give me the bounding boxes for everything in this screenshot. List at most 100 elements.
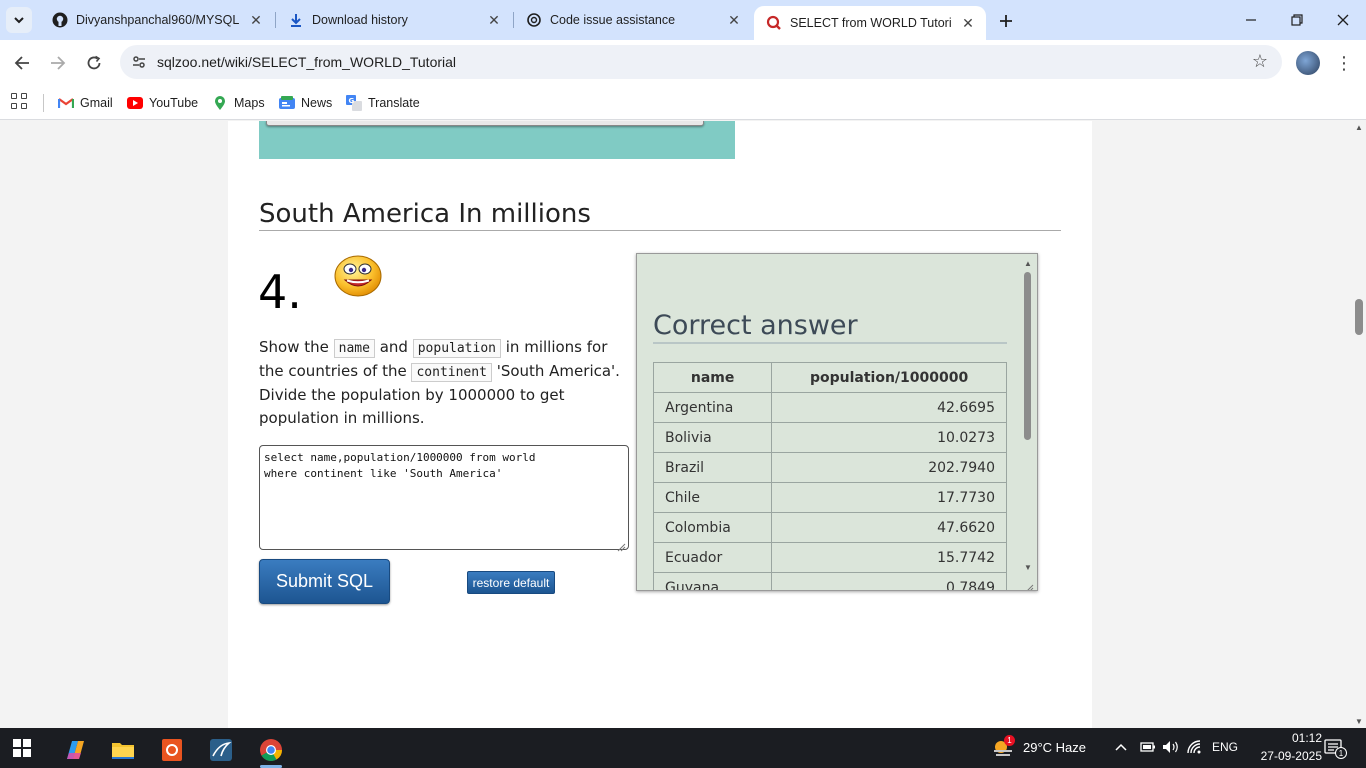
volume-icon[interactable] bbox=[1162, 740, 1180, 757]
tab-sqlzoo[interactable]: SELECT from WORLD Tutorial - ✕ bbox=[754, 6, 986, 40]
close-window-button[interactable] bbox=[1320, 0, 1366, 40]
address-bar[interactable]: sqlzoo.net/wiki/SELECT_from_WORLD_Tutori… bbox=[120, 45, 1282, 79]
scroll-up-icon[interactable]: ▲ bbox=[1355, 123, 1363, 132]
mysql-workbench-icon[interactable] bbox=[201, 732, 241, 768]
section-divider bbox=[259, 230, 1061, 231]
maps-pin-icon bbox=[212, 95, 228, 111]
bookmark-gmail[interactable]: Gmail bbox=[58, 92, 113, 114]
section-title: South America In millions bbox=[259, 199, 591, 229]
sqlzoo-icon bbox=[766, 15, 782, 31]
gmail-icon bbox=[58, 95, 74, 111]
ubuntu-app-icon[interactable] bbox=[152, 732, 192, 768]
column-header: population/1000000 bbox=[771, 362, 1007, 393]
resize-handle[interactable] bbox=[617, 539, 626, 552]
chevron-down-icon bbox=[14, 17, 24, 24]
language-indicator[interactable]: ENG bbox=[1212, 740, 1238, 754]
close-icon[interactable]: ✕ bbox=[248, 12, 264, 28]
url-text: sqlzoo.net/wiki/SELECT_from_WORLD_Tutori… bbox=[157, 54, 457, 70]
wifi-icon[interactable] bbox=[1187, 740, 1205, 757]
scrollbar-thumb[interactable] bbox=[1024, 272, 1031, 440]
svg-text:G: G bbox=[349, 97, 355, 105]
table-row: Argentina 42.6695 bbox=[652, 392, 1007, 423]
clock-date[interactable]: 27-09-2025 bbox=[1250, 749, 1322, 763]
population-value: 10.0273 bbox=[771, 422, 1007, 453]
file-explorer-icon[interactable] bbox=[103, 732, 143, 768]
copilot-icon[interactable] bbox=[55, 732, 95, 768]
chrome-icon[interactable] bbox=[251, 732, 291, 768]
tab-code-issue[interactable]: Code issue assistance ✕ bbox=[514, 0, 752, 40]
back-button[interactable] bbox=[8, 49, 36, 77]
tab-title: Divyanshpanchal960/MYSQL: S bbox=[76, 13, 240, 27]
notification-count: 1 bbox=[1335, 747, 1347, 759]
weather-text[interactable]: 29°C Haze bbox=[1023, 740, 1086, 755]
tab-download-history[interactable]: Download history ✕ bbox=[276, 0, 512, 40]
table-row: Brazil 202.7940 bbox=[652, 452, 1007, 483]
page-scrollbar[interactable]: ▲ ▼ bbox=[1352, 121, 1366, 728]
bookmark-youtube[interactable]: YouTube bbox=[127, 92, 198, 114]
previous-answer-panel bbox=[259, 121, 735, 159]
table-header-row: name population/1000000 bbox=[652, 362, 1007, 393]
tab-search-button[interactable] bbox=[6, 7, 32, 33]
scroll-up-icon[interactable]: ▲ bbox=[1024, 259, 1032, 268]
download-icon bbox=[288, 12, 304, 28]
notification-icon[interactable]: 1 bbox=[1324, 739, 1347, 759]
bookmark-translate[interactable]: G Translate bbox=[346, 92, 420, 114]
minimize-button[interactable] bbox=[1228, 0, 1274, 40]
population-value: 17.7730 bbox=[771, 482, 1007, 513]
country-name: Chile bbox=[652, 482, 773, 513]
apps-grid-icon[interactable] bbox=[11, 93, 29, 111]
bookmarks-bar: Gmail YouTube Maps News G Translate bbox=[0, 86, 1366, 120]
close-icon[interactable]: ✕ bbox=[726, 12, 742, 28]
population-value: 47.6620 bbox=[771, 512, 1007, 543]
sql-editor[interactable]: select name,population/1000000 from worl… bbox=[259, 445, 629, 550]
restore-window-icon bbox=[1291, 14, 1303, 26]
bookmark-news[interactable]: News bbox=[279, 92, 332, 114]
browser-toolbar: sqlzoo.net/wiki/SELECT_from_WORLD_Tutori… bbox=[0, 40, 1366, 86]
tab-title: Download history bbox=[312, 13, 408, 27]
plus-icon bbox=[1000, 15, 1012, 27]
restore-button[interactable] bbox=[1274, 0, 1320, 40]
battery-icon[interactable] bbox=[1140, 740, 1156, 757]
smiley-icon bbox=[334, 255, 382, 297]
scrollbar-thumb[interactable] bbox=[1355, 299, 1363, 335]
correct-answer-panel[interactable]: Correct answer name population/1000000 A… bbox=[636, 253, 1038, 591]
forward-button[interactable] bbox=[44, 49, 72, 77]
submit-sql-button[interactable]: Submit SQL bbox=[259, 559, 390, 604]
weather-icon[interactable]: 1 bbox=[992, 735, 1015, 759]
bookmark-maps[interactable]: Maps bbox=[212, 92, 265, 114]
news-icon bbox=[279, 95, 295, 111]
show-hidden-icons[interactable] bbox=[1114, 740, 1128, 757]
close-icon[interactable]: ✕ bbox=[960, 15, 976, 31]
page-viewport: South America In millions 4. Show the na… bbox=[0, 121, 1352, 728]
arrow-right-icon bbox=[51, 56, 66, 70]
windows-start-icon[interactable] bbox=[13, 739, 31, 757]
scroll-down-icon[interactable]: ▼ bbox=[1024, 563, 1032, 572]
windows-taskbar: 1 29°C Haze ENG 01:12 27-09-2025 1 bbox=[0, 728, 1366, 768]
country-name: Colombia bbox=[652, 512, 773, 543]
tab-github[interactable]: Divyanshpanchal960/MYSQL: S ✕ bbox=[40, 0, 274, 40]
reload-button[interactable] bbox=[80, 49, 108, 77]
site-settings-icon[interactable] bbox=[130, 53, 148, 71]
country-name: Brazil bbox=[652, 452, 773, 483]
question-text: Show the name and population in millions… bbox=[259, 338, 620, 427]
new-tab-button[interactable] bbox=[994, 9, 1018, 33]
more-menu-icon[interactable]: ⋮ bbox=[1334, 49, 1354, 77]
profile-avatar[interactable] bbox=[1296, 51, 1320, 75]
question-number: 4. bbox=[258, 265, 302, 319]
bookmark-star-icon[interactable]: ☆ bbox=[1252, 51, 1268, 72]
previous-answer-frame bbox=[266, 121, 704, 126]
weather-badge: 1 bbox=[1004, 735, 1015, 746]
code-name: name bbox=[333, 339, 375, 358]
table-row: Bolivia 10.0273 bbox=[652, 422, 1007, 453]
restore-default-button[interactable]: restore default bbox=[467, 571, 555, 594]
tab-strip: Divyanshpanchal960/MYSQL: S ✕ Download h… bbox=[0, 0, 1366, 40]
close-icon[interactable]: ✕ bbox=[486, 12, 502, 28]
scroll-down-icon[interactable]: ▼ bbox=[1355, 717, 1363, 726]
table-row: Colombia 47.6620 bbox=[652, 512, 1007, 543]
reload-icon bbox=[87, 55, 101, 70]
answer-scrollbar[interactable]: ▲ ▼ bbox=[1021, 254, 1035, 590]
resize-handle[interactable] bbox=[1026, 579, 1034, 590]
clock-time[interactable]: 01:12 bbox=[1262, 731, 1322, 745]
code-population: population bbox=[412, 339, 501, 358]
answer-table: name population/1000000 Argentina 42.6695… bbox=[652, 362, 1007, 590]
